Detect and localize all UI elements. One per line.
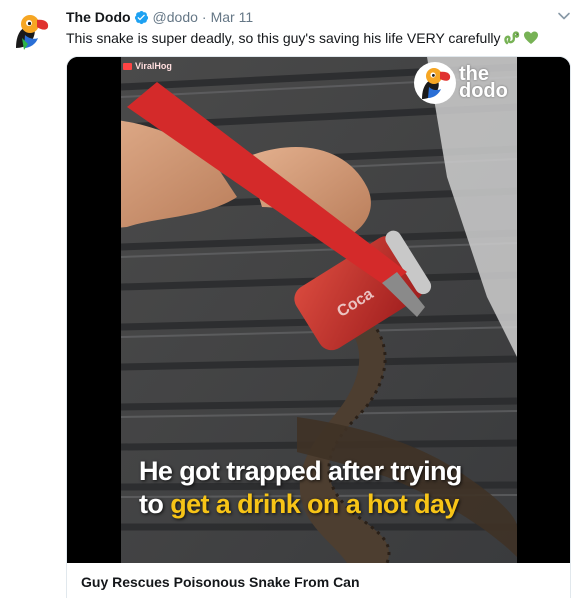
handle[interactable]: @dodo	[153, 9, 198, 25]
brand-line-dodo: dodo	[459, 80, 508, 102]
tweet-text-content: This snake is super deadly, so this guy'…	[66, 30, 501, 46]
watermark-text: ViralHog	[135, 61, 172, 71]
card-title[interactable]: Guy Rescues Poisonous Snake From Can	[81, 574, 360, 590]
caption-highlight: get a drink on a hot day	[170, 489, 459, 519]
chevron-down-icon[interactable]	[557, 9, 571, 23]
the-dodo-logo: the dodo	[413, 61, 508, 105]
dodo-logo-icon	[414, 62, 456, 104]
video-thumbnail[interactable]: Coca ViralHog the dodo He got trapped af…	[67, 57, 570, 563]
caption-line-1: He got trapped after trying	[139, 456, 462, 486]
snake-emoji-icon	[503, 30, 520, 46]
video-camera-icon	[123, 62, 132, 70]
display-name[interactable]: The Dodo	[66, 9, 131, 25]
tweet-text: This snake is super deadly, so this guy'…	[66, 29, 539, 47]
separator-dot: ·	[201, 9, 207, 25]
media-card[interactable]: Coca ViralHog the dodo He got trapped af…	[66, 56, 571, 598]
caption-line-2: to get a drink on a hot day	[139, 488, 559, 521]
dodo-avatar[interactable]	[8, 8, 54, 54]
verified-badge-icon	[134, 10, 149, 25]
video-caption: He got trapped after trying to get a dri…	[139, 455, 559, 521]
tweet-header: The Dodo @dodo · Mar 11	[66, 7, 253, 27]
tweet-date[interactable]: Mar 11	[211, 9, 254, 25]
caption-prefix: to	[139, 489, 164, 519]
tweet[interactable]: The Dodo @dodo · Mar 11 This snake is su…	[0, 0, 581, 598]
dodo-bird-icon	[8, 8, 54, 54]
viralhog-watermark: ViralHog	[123, 61, 172, 71]
green-heart-emoji-icon	[523, 30, 539, 46]
